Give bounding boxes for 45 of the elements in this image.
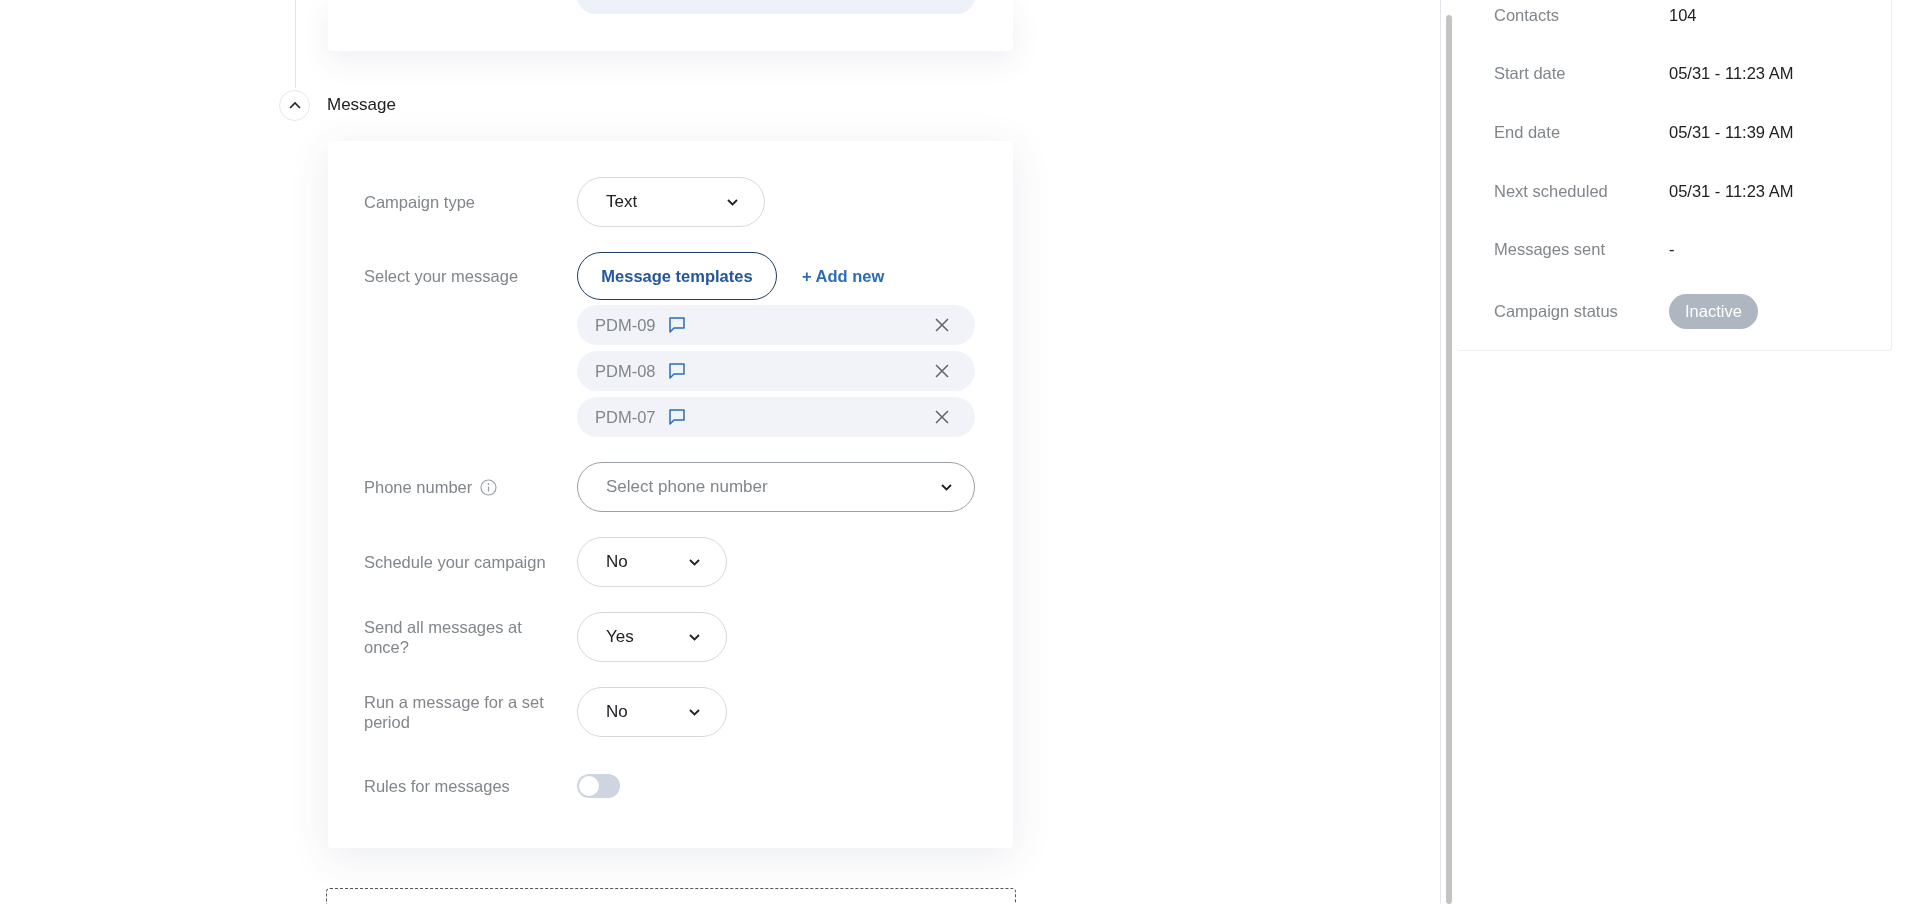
chevron-down-icon [689, 708, 700, 716]
summary-label: Start date [1494, 64, 1567, 84]
collapse-button[interactable] [279, 89, 310, 121]
close-icon[interactable] [935, 410, 949, 424]
message-name: PDM-07 [595, 407, 656, 427]
summary-value: 05/31 - 11:23 AM [1669, 64, 1794, 84]
speech-bubble-icon[interactable] [667, 408, 686, 426]
dropdown[interactable]: No [577, 537, 727, 587]
chevron-down-icon [941, 483, 952, 491]
message-name: PDM-08 [595, 361, 656, 381]
summary-label: Contacts [1494, 5, 1561, 25]
speech-bubble-icon[interactable] [667, 316, 686, 334]
summary-label: Next scheduled [1494, 181, 1609, 201]
toggle-switch[interactable] [577, 774, 620, 798]
dropdown[interactable]: Text [577, 177, 765, 227]
dropdown[interactable]: No [577, 687, 727, 737]
section-title: Message [327, 95, 396, 115]
field-label: Rules for messages [364, 776, 510, 796]
summary-label: Messages sent [1494, 240, 1606, 260]
field-label: Phone number [364, 477, 473, 497]
add-new-link[interactable]: + Add new [802, 266, 885, 286]
scrollbar[interactable] [1445, 15, 1452, 904]
chevron-up-icon [288, 101, 301, 109]
chevron-down-icon [727, 198, 738, 206]
close-icon[interactable] [935, 364, 949, 378]
summary-value: 05/31 - 11:39 AM [1669, 123, 1794, 142]
summary-label: End date [1494, 123, 1562, 142]
templates-button[interactable]: Message templates [577, 252, 777, 300]
dropdown[interactable]: Yes [577, 612, 727, 662]
summary-value: 05/31 - 11:23 AM [1669, 181, 1794, 201]
speech-bubble-icon[interactable] [667, 362, 686, 380]
phone-dropdown[interactable]: Select phone number [577, 462, 975, 512]
field-label: Send all messages at once? [364, 617, 523, 657]
field-label: Schedule your campaign [364, 552, 546, 572]
field-label: Campaign type [364, 192, 475, 212]
chevron-down-icon [689, 558, 700, 566]
message-name: PDM-09 [595, 315, 656, 335]
field-label: Run a message for a set period [364, 692, 545, 732]
field-label: Select your message [364, 266, 519, 286]
summary-value: 104 [1669, 5, 1697, 25]
summary-label: Campaign status [1494, 302, 1619, 322]
status-badge: Inactive [1669, 294, 1758, 330]
close-icon[interactable] [935, 318, 949, 332]
summary-value: - [1669, 240, 1675, 260]
chevron-down-icon [689, 633, 700, 641]
